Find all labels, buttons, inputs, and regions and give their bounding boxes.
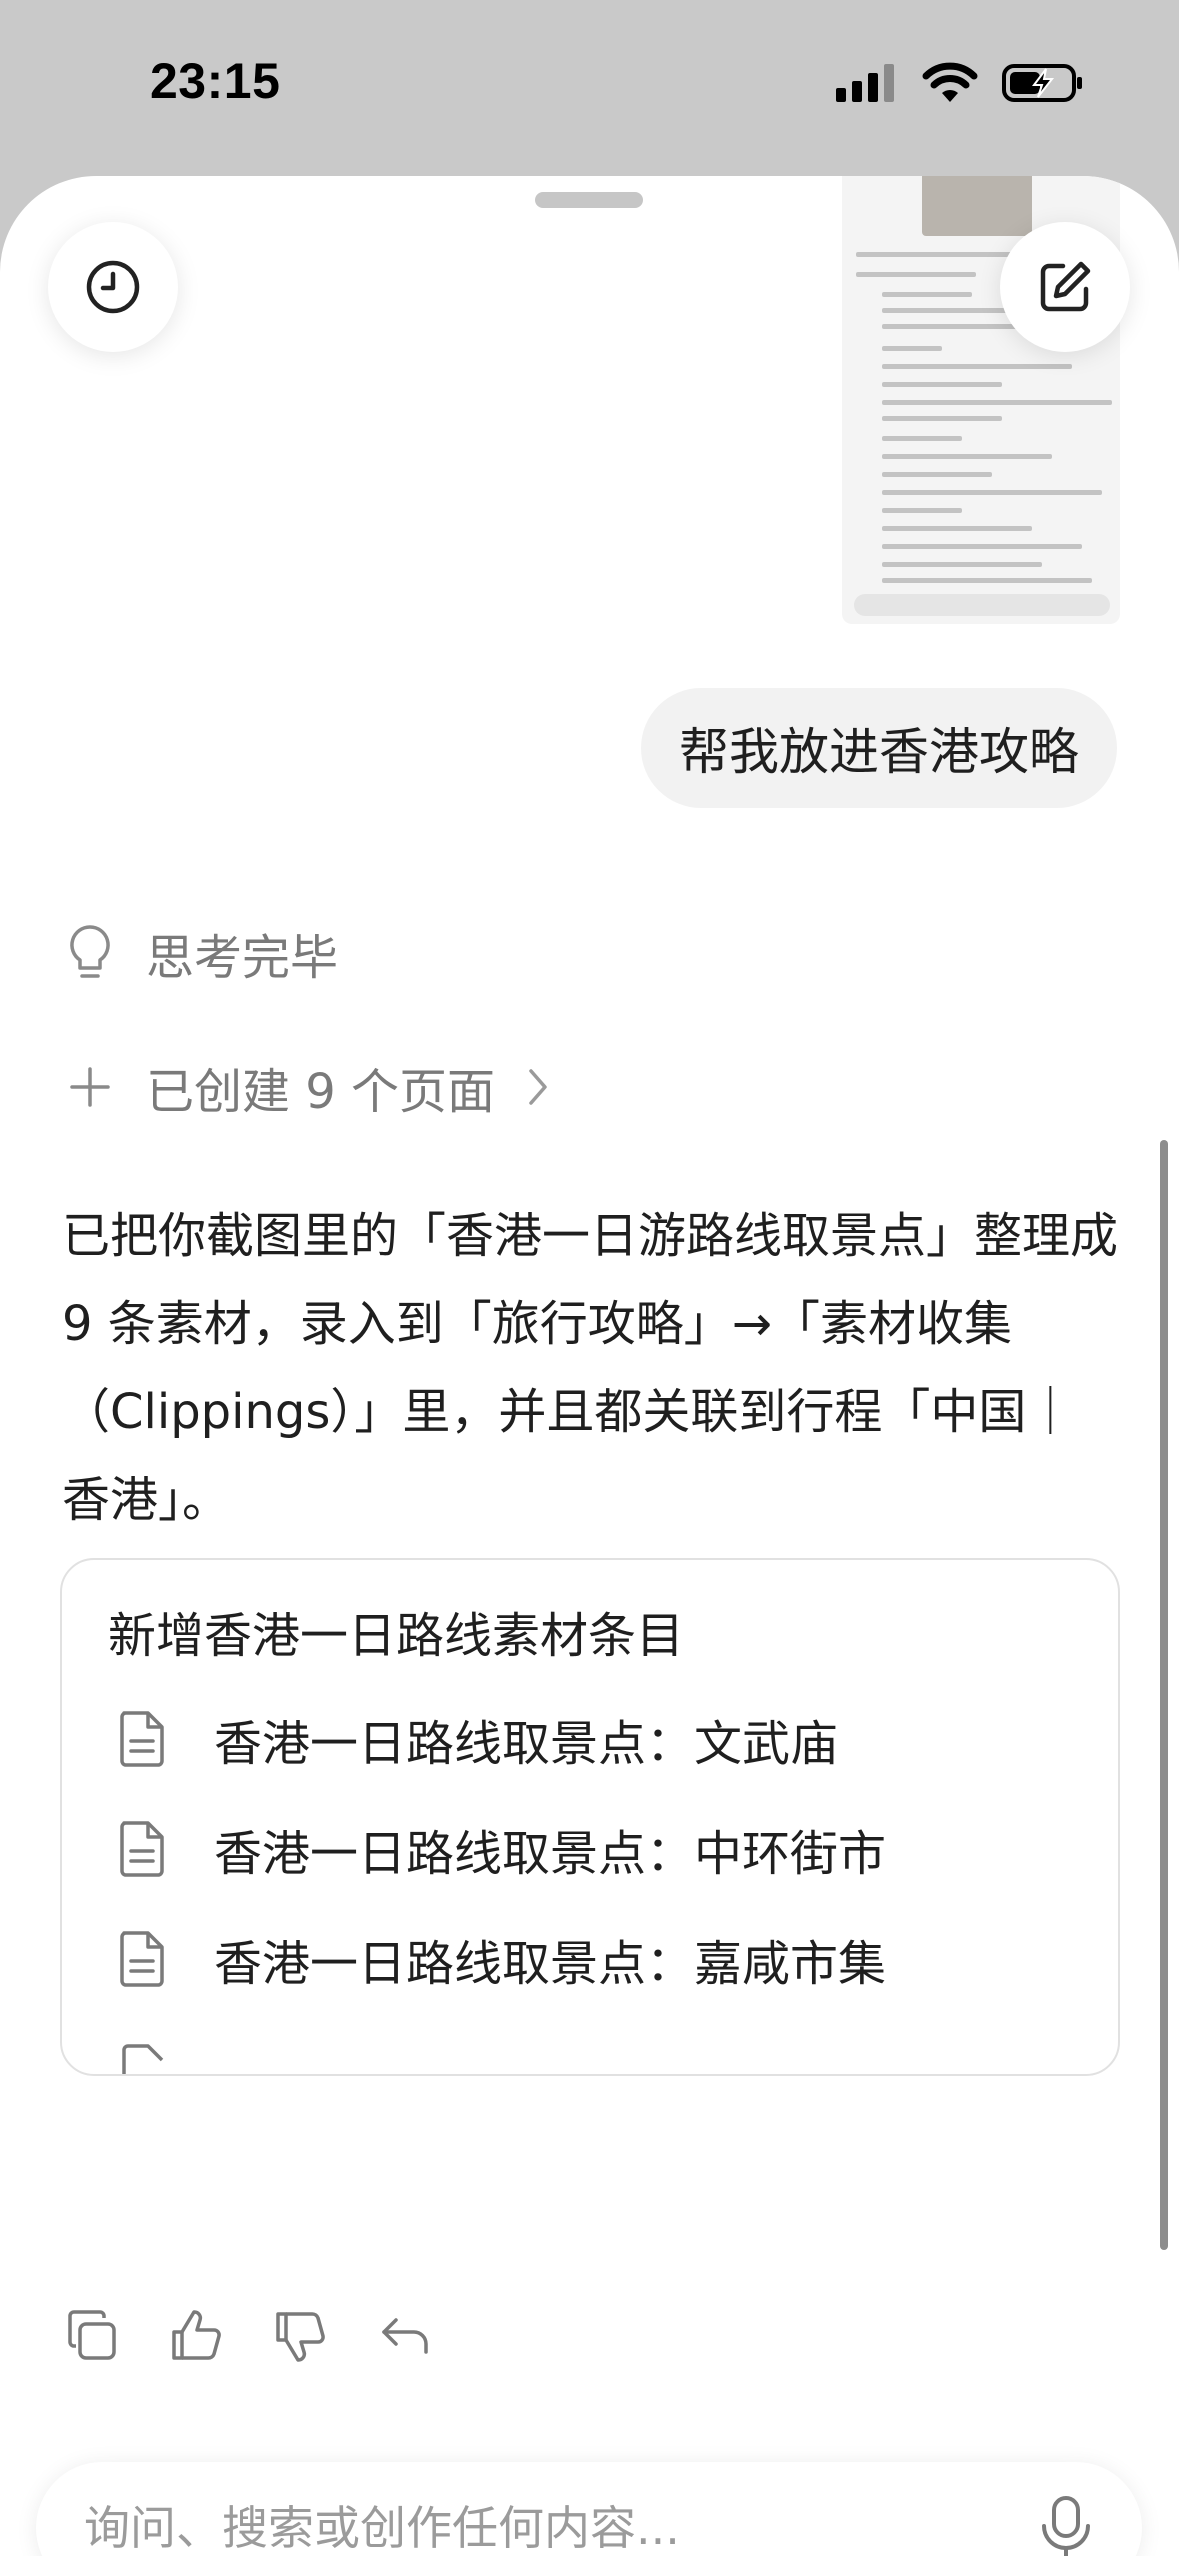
status-icons: [836, 62, 1084, 104]
clock-icon: [86, 260, 140, 314]
card-page-item-label: 香港一日路线取景点：嘉咸市集: [214, 1936, 887, 1992]
chat-sheet: 帮我放进香港攻略 思考完毕 已创建 9 个页面 已把你截图里的「香港一日游路线取…: [0, 176, 1179, 2556]
user-message-bubble: 帮我放进香港攻略: [641, 688, 1117, 808]
sheet-grabber[interactable]: [535, 192, 643, 208]
card-page-item[interactable]: 香港一日路线取景点：嘉咸市集: [114, 1924, 886, 1994]
wifi-icon: [922, 62, 978, 102]
thumbs-up-icon: [172, 2310, 221, 2360]
user-message-text: 帮我放进香港攻略: [679, 723, 1079, 781]
card-title: 新增香港一日路线素材条目: [108, 1608, 685, 1664]
cellular-signal-icon: [836, 64, 894, 102]
thinking-status[interactable]: 思考完毕: [62, 918, 338, 988]
document-icon: [120, 1931, 164, 1987]
document-icon: [120, 1821, 164, 1877]
reply-button[interactable]: [374, 2306, 434, 2366]
battery-charging-icon: [1002, 64, 1082, 102]
reply-icon: [382, 2318, 428, 2354]
thumbnail-photo: [922, 176, 1032, 236]
card-page-item[interactable]: 香港一日路线取景点：中环街市: [114, 1814, 886, 1884]
card-page-item-label: 香港一日路线取景点：文武庙: [214, 1716, 839, 1772]
status-bar: 23:15: [0, 0, 1179, 170]
chevron-right-icon: [529, 1069, 547, 1105]
thinking-label: 思考完毕: [146, 930, 339, 986]
new-chat-button[interactable]: [1000, 222, 1130, 352]
card-page-item-label: 香港一日路线取景点：中环街市: [214, 1826, 887, 1882]
thumbnail-comment-box: [854, 594, 1110, 616]
chat-input-bar: [36, 2462, 1142, 2556]
copy-button[interactable]: [62, 2306, 122, 2366]
assistant-answer: 已把你截图里的「香港一日游路线取景点」整理成 9 条素材，录入到「旅行攻略」→「…: [62, 1208, 1119, 1528]
card-page-item[interactable]: 香港一日路线取景点：文武庙: [114, 1704, 838, 1774]
message-actions: [62, 2306, 434, 2366]
scrollbar[interactable]: [1160, 1140, 1168, 2250]
status-time: 23:15: [150, 53, 281, 109]
plus-icon: [62, 1059, 118, 1115]
copy-icon: [68, 2310, 116, 2360]
created-pages-toggle[interactable]: 已创建 9 个页面: [62, 1052, 553, 1122]
document-icon: [120, 1711, 164, 1767]
document-icon: [122, 2044, 164, 2074]
created-pages-label: 已创建 9 个页面: [146, 1064, 496, 1120]
thumbs-down-icon: [276, 2312, 325, 2362]
chat-input[interactable]: [84, 2462, 984, 2556]
dislike-button[interactable]: [270, 2306, 330, 2366]
lightbulb-icon: [62, 925, 118, 981]
history-button[interactable]: [48, 222, 178, 352]
new-pages-card[interactable]: 新增香港一日路线素材条目 香港一日路线取景点：文武庙 香港一日路线取景点：中环街…: [60, 1558, 1120, 2076]
like-button[interactable]: [166, 2306, 226, 2366]
microphone-icon[interactable]: [1034, 2494, 1098, 2556]
compose-icon: [1040, 261, 1091, 312]
